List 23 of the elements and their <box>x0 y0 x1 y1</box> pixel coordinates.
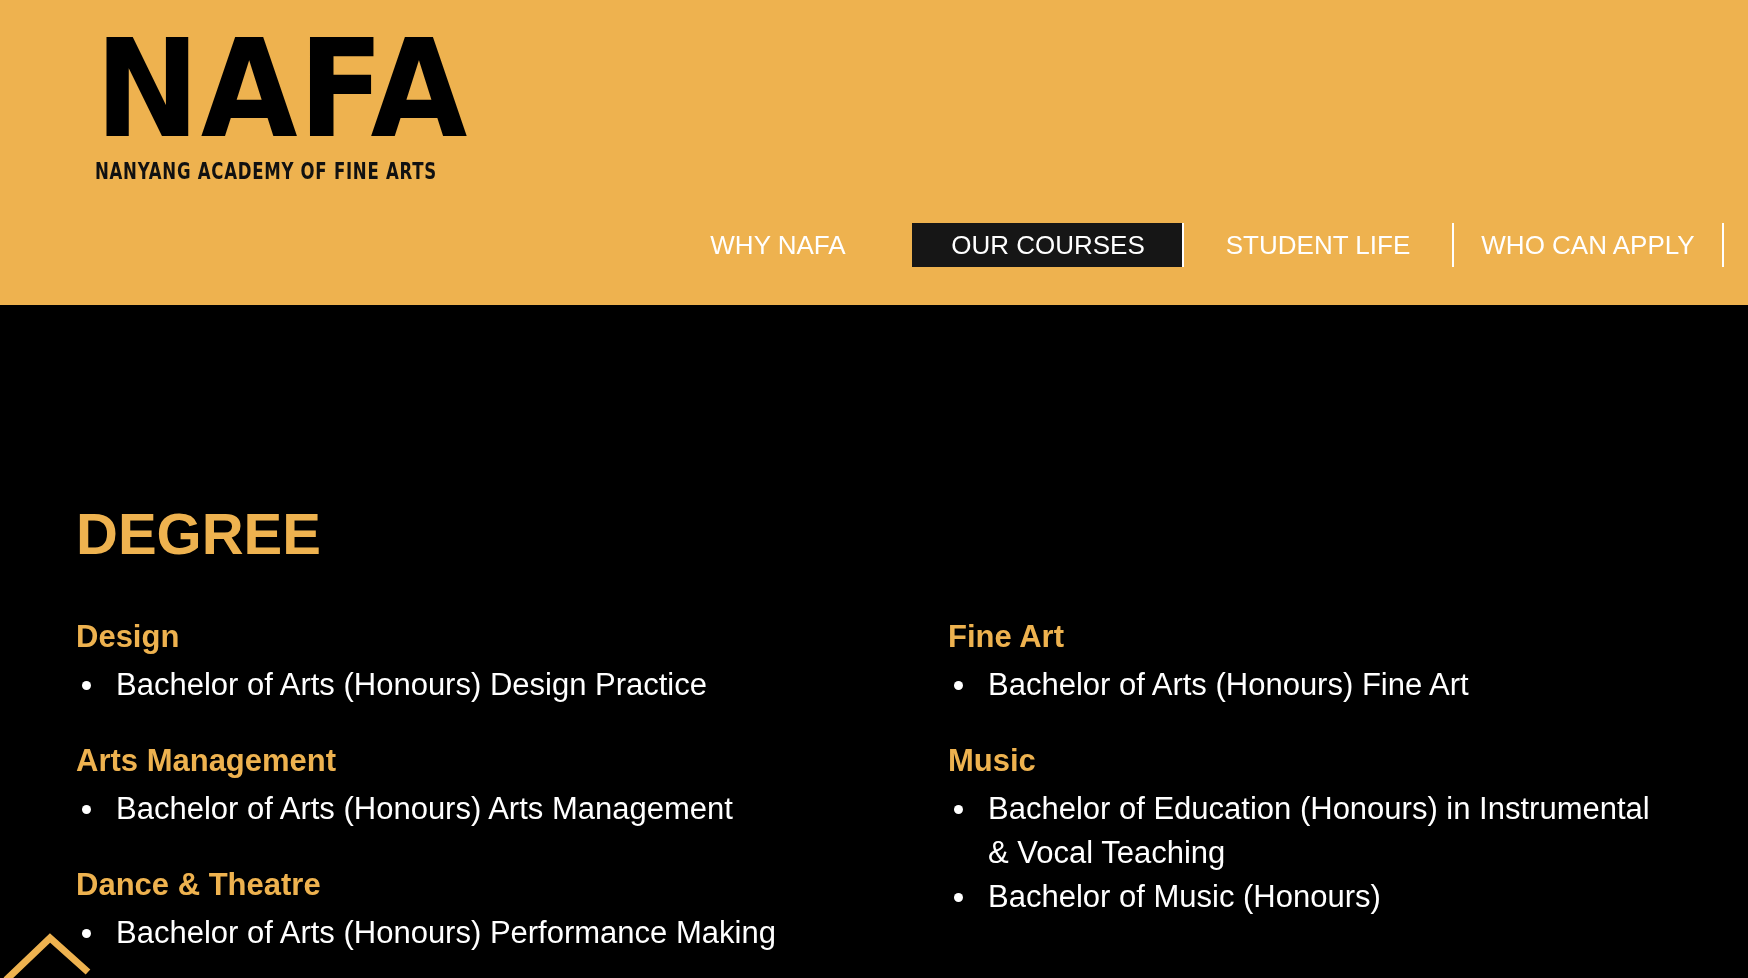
nav-link[interactable]: STUDENT LIFE <box>1182 223 1452 267</box>
bullet-icon <box>82 929 91 938</box>
nav-link[interactable]: WHY NAFA <box>642 223 912 267</box>
course-name: Bachelor of Arts (Honours) Fine Art <box>988 666 1469 704</box>
section-title: DEGREE <box>76 500 322 567</box>
bullet-icon <box>954 805 963 814</box>
course-name: Bachelor of Arts (Honours) Performance Making <box>116 914 776 952</box>
category-heading: Fine Art <box>948 618 1065 656</box>
logo-wordmark: NAFA <box>95 34 469 144</box>
bullet-icon <box>82 681 91 690</box>
course-name: Bachelor of Music (Honours) <box>988 878 1381 916</box>
bullet-icon <box>82 805 91 814</box>
bullet-icon <box>954 681 963 690</box>
course-name: Bachelor of Education (Honours) in Instrumental & Vocal Teaching <box>988 790 1651 872</box>
category-heading: Design <box>76 618 181 656</box>
nav-link[interactable]: OUR COURSES <box>912 223 1182 267</box>
course-name: Bachelor of Arts (Honours) Design Practice <box>116 666 707 704</box>
category-heading: Music <box>948 742 1037 780</box>
category-heading: Dance & Theatre <box>76 866 322 904</box>
bullet-icon <box>954 893 963 902</box>
category-heading: Arts Management <box>76 742 338 780</box>
course-name: Bachelor of Arts (Honours) Arts Management <box>116 790 733 828</box>
logo-subtitle: NANYANG ACADEMY OF FINE ARTS <box>95 158 437 184</box>
